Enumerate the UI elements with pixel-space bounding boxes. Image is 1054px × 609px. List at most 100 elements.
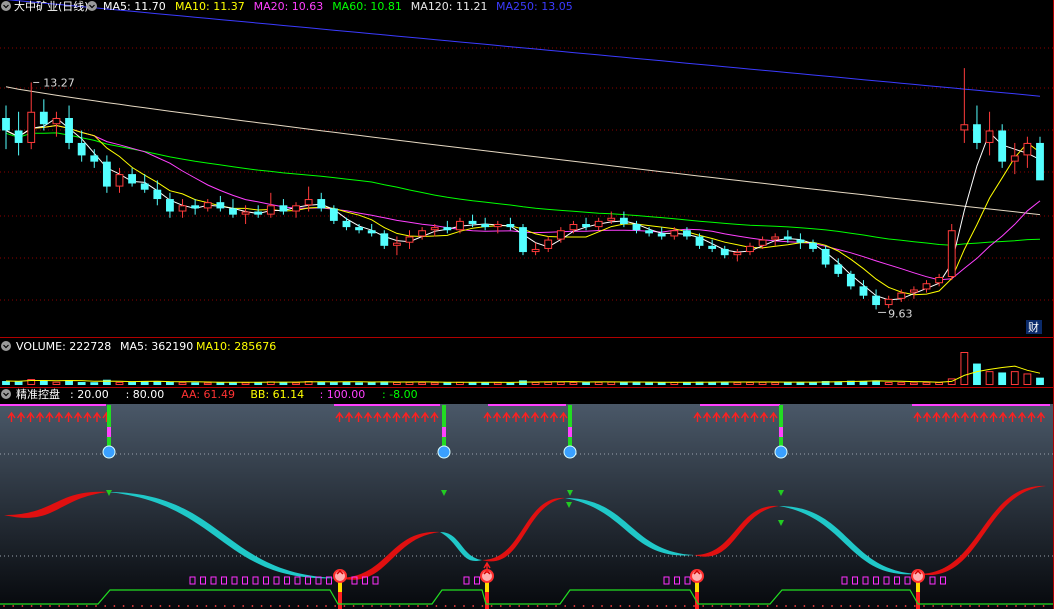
signal-ball-icon bbox=[774, 445, 788, 459]
signal-ball-icon bbox=[437, 445, 451, 459]
collapse-icon[interactable] bbox=[1, 1, 11, 11]
volume-bar bbox=[733, 382, 742, 386]
dot bbox=[683, 605, 686, 607]
dot bbox=[748, 605, 751, 607]
candle[interactable] bbox=[998, 124, 1007, 168]
dot bbox=[757, 605, 760, 607]
volume-bar bbox=[998, 372, 1007, 385]
candle-body bbox=[783, 236, 792, 240]
volume-bar bbox=[897, 382, 906, 386]
candle-body bbox=[973, 124, 981, 143]
dot bbox=[426, 605, 429, 607]
candle[interactable] bbox=[947, 224, 956, 281]
candle-body bbox=[329, 208, 338, 221]
dot bbox=[214, 605, 217, 607]
candle-body bbox=[65, 118, 73, 143]
dot bbox=[398, 605, 401, 607]
volume-bar bbox=[52, 381, 61, 386]
candle-body bbox=[670, 230, 679, 237]
candle-body bbox=[607, 217, 616, 221]
volume-bar bbox=[191, 382, 200, 385]
candle-body bbox=[859, 286, 868, 296]
pillar-magenta bbox=[568, 427, 572, 437]
volume-collapse-icon[interactable] bbox=[1, 341, 11, 351]
candle-body bbox=[254, 211, 263, 215]
dot bbox=[297, 605, 300, 607]
volume-bar bbox=[14, 381, 23, 385]
dot bbox=[343, 605, 346, 607]
dot bbox=[260, 605, 263, 607]
volume-bar bbox=[909, 382, 918, 385]
dot bbox=[380, 605, 383, 607]
stock-chart[interactable]: 13.27 9.63 财 大中矿业(日线) MA5: 11.70 MA10: 11.37 M… bbox=[0, 0, 1054, 609]
pillar-yellow bbox=[338, 582, 342, 592]
candle-body bbox=[884, 298, 893, 306]
indicator-param: : 80.00 bbox=[126, 388, 165, 401]
dot bbox=[895, 605, 898, 607]
volume-bar bbox=[544, 381, 553, 385]
candle-body bbox=[317, 199, 326, 209]
volume-bar bbox=[519, 380, 527, 385]
candle-body bbox=[342, 220, 351, 228]
candle-body bbox=[985, 130, 994, 143]
dot bbox=[601, 605, 603, 607]
signal-ball-icon bbox=[102, 445, 116, 459]
candle[interactable] bbox=[1036, 136, 1044, 181]
settings-icon[interactable] bbox=[87, 1, 97, 11]
dot bbox=[950, 605, 953, 607]
candle-body bbox=[279, 205, 288, 212]
candle-body bbox=[594, 220, 603, 228]
dot bbox=[481, 605, 484, 607]
volume-bar bbox=[367, 382, 376, 385]
volume-bar bbox=[985, 371, 994, 386]
candle[interactable] bbox=[821, 245, 830, 268]
candle-body bbox=[405, 236, 414, 243]
volume-title: VOLUME: 222728 bbox=[16, 340, 111, 353]
dot bbox=[1033, 605, 1036, 607]
candle-body bbox=[456, 220, 464, 231]
indicator-param: : 100.00 bbox=[320, 388, 366, 401]
candle-body bbox=[166, 199, 174, 212]
candle[interactable] bbox=[519, 224, 527, 256]
dot bbox=[122, 605, 125, 607]
dot bbox=[637, 605, 640, 607]
dot bbox=[867, 605, 870, 607]
dot bbox=[251, 605, 254, 607]
dot bbox=[288, 605, 291, 607]
candle-body bbox=[657, 233, 666, 237]
volume-bar bbox=[317, 382, 326, 385]
stock-title: 大中矿业(日线) bbox=[14, 0, 89, 13]
candle-body bbox=[1023, 142, 1032, 156]
dot bbox=[150, 605, 153, 607]
volume-bar bbox=[657, 382, 666, 385]
dot bbox=[1024, 605, 1027, 607]
candle-body bbox=[380, 233, 389, 246]
candle-body bbox=[203, 202, 212, 209]
candle-body bbox=[556, 230, 565, 240]
candle-body bbox=[430, 227, 439, 231]
dot bbox=[932, 605, 935, 607]
volume-bar bbox=[506, 382, 515, 385]
candle-body bbox=[229, 208, 237, 215]
dot bbox=[619, 605, 622, 607]
volume-bar bbox=[1023, 373, 1032, 386]
dot bbox=[361, 605, 364, 607]
indicator-collapse-icon[interactable] bbox=[1, 389, 11, 399]
candle-body bbox=[292, 205, 300, 212]
volume-bar bbox=[632, 382, 641, 385]
volume-bar bbox=[746, 382, 754, 385]
candle-body bbox=[128, 174, 137, 184]
ma-indicator-ma5: MA5: 11.70 bbox=[103, 0, 166, 13]
dot bbox=[831, 605, 833, 607]
cai-badge-label: 财 bbox=[1028, 320, 1039, 334]
dot bbox=[159, 605, 162, 607]
pillar-yellow bbox=[695, 582, 699, 592]
dot bbox=[196, 605, 199, 607]
candle-body bbox=[708, 245, 717, 249]
dot bbox=[315, 605, 318, 607]
volume-bar bbox=[443, 382, 452, 385]
dot bbox=[131, 605, 134, 607]
volume-bar bbox=[102, 379, 111, 385]
dot bbox=[453, 605, 456, 607]
candle-body bbox=[872, 295, 880, 306]
